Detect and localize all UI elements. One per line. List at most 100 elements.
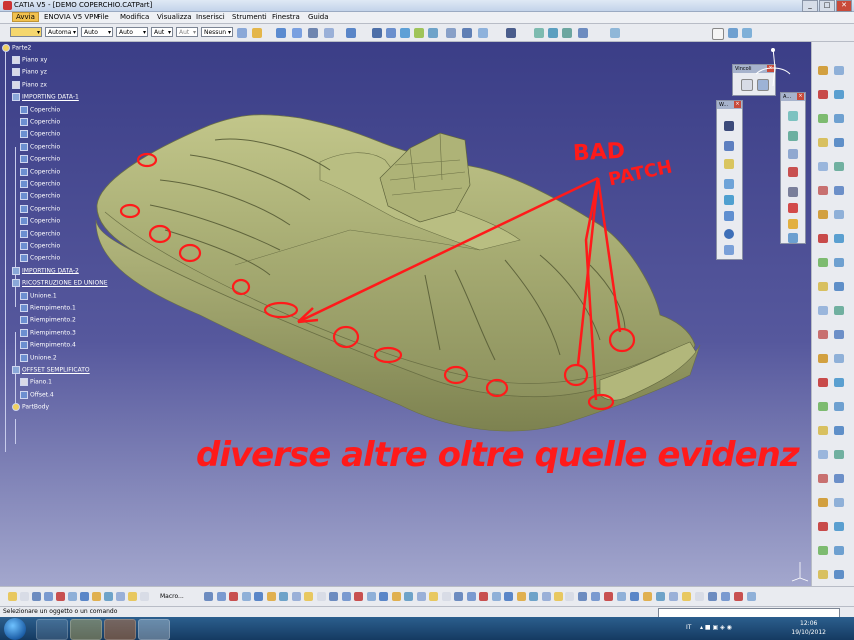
tool-icon[interactable] [834, 426, 844, 435]
close-icon[interactable]: × [734, 101, 741, 108]
tool-icon[interactable] [834, 402, 844, 411]
tool-icon[interactable] [682, 592, 691, 601]
tool-icon[interactable] [834, 570, 844, 579]
tool-icon[interactable] [834, 330, 844, 339]
tool-icon[interactable] [32, 592, 41, 601]
spline-icon[interactable] [724, 245, 734, 255]
tool-icon[interactable] [516, 592, 526, 601]
tool-icon[interactable] [834, 114, 844, 123]
tool-icon[interactable] [834, 90, 844, 99]
tool-icon[interactable] [818, 402, 828, 411]
tool-icon[interactable] [354, 592, 363, 601]
tool-icon[interactable] [391, 592, 401, 601]
media-taskbar-icon[interactable] [104, 619, 136, 640]
tree-item[interactable]: Riempimento.2 [20, 316, 76, 327]
tree-item[interactable]: IMPORTING DATA-1 [12, 93, 79, 104]
tool-icon[interactable] [834, 498, 844, 507]
tool-icon[interactable] [116, 592, 125, 601]
tool-icon[interactable] [818, 66, 828, 75]
tool-icon[interactable] [266, 592, 276, 601]
tool-icon[interactable] [818, 378, 828, 387]
tool-icon[interactable] [818, 426, 828, 435]
point-icon[interactable] [724, 121, 734, 131]
tool-icon[interactable] [80, 592, 89, 601]
tool-icon[interactable] [104, 592, 113, 601]
language-indicator[interactable]: IT [686, 624, 691, 631]
analysis-panel-header[interactable]: A... × [781, 93, 805, 101]
tree-item[interactable]: Coperchio [20, 105, 60, 117]
tool-icon[interactable] [279, 592, 288, 601]
tree-item[interactable]: Coperchio [20, 155, 60, 166]
tool-icon[interactable] [721, 592, 730, 601]
tool-icon[interactable] [818, 258, 828, 267]
tool-icon[interactable] [20, 592, 29, 601]
tree-item[interactable]: Coperchio [20, 130, 60, 141]
tool-icon[interactable] [416, 592, 426, 601]
tool-icon[interactable] [834, 450, 844, 459]
tool-icon[interactable] [128, 592, 137, 601]
tool-icon[interactable] [818, 450, 828, 459]
tool-icon[interactable] [617, 592, 626, 601]
tool-icon[interactable] [834, 234, 844, 243]
tool-icon[interactable] [341, 592, 351, 601]
tool-icon[interactable] [404, 592, 413, 601]
tree-item[interactable]: Piano zx [12, 80, 47, 92]
tool-icon[interactable] [818, 354, 828, 363]
offset-curve-icon[interactable] [724, 211, 734, 221]
tree-item[interactable]: Unione.1 [20, 291, 57, 303]
tool-icon[interactable] [818, 138, 828, 147]
wireframe-panel-header[interactable]: W... × [717, 101, 742, 109]
tool-icon[interactable] [578, 592, 587, 601]
start-button[interactable] [4, 618, 26, 640]
tool-icon[interactable] [643, 592, 652, 601]
tool-icon[interactable] [818, 498, 828, 507]
tool-icon[interactable] [818, 234, 828, 243]
wireframe-panel[interactable]: W... × [716, 100, 743, 260]
tool-icon[interactable] [565, 592, 574, 601]
tool-icon[interactable] [834, 66, 844, 75]
tool-icon[interactable] [254, 592, 263, 601]
tree-item[interactable]: IMPORTING DATA-2 [12, 266, 79, 278]
warning-icon[interactable] [788, 219, 798, 229]
tool-icon[interactable] [529, 592, 538, 601]
tree-item[interactable]: Coperchio [20, 204, 60, 216]
tool-icon[interactable] [56, 592, 65, 601]
tool-icon[interactable] [818, 570, 828, 579]
tree-item[interactable]: OFFSET SEMPLIFICATO [12, 366, 90, 377]
tree-item[interactable]: Piano.1 [20, 378, 52, 389]
tree-item[interactable]: Coperchio [20, 254, 60, 265]
tool-icon[interactable] [834, 522, 844, 531]
tool-icon[interactable] [747, 592, 756, 601]
tool-icon[interactable] [316, 592, 326, 601]
tree-item[interactable]: Coperchio [20, 229, 60, 241]
tree-item[interactable]: RICOSTRUZIONE ED UNIONE [12, 279, 108, 290]
tool-icon[interactable] [454, 592, 463, 601]
tree-item[interactable]: Riempimento.3 [20, 328, 76, 340]
tool-icon[interactable] [818, 546, 828, 555]
tree-root[interactable]: Parte2 [2, 44, 31, 55]
trash-icon[interactable] [788, 187, 798, 197]
curvature-icon[interactable] [788, 131, 798, 141]
close-button[interactable]: ✕ [836, 0, 852, 12]
line-icon[interactable] [724, 141, 734, 151]
tool-icon[interactable] [44, 592, 53, 601]
tool-icon[interactable] [818, 306, 828, 315]
tool-icon[interactable] [504, 592, 513, 601]
compass-icon[interactable] [752, 46, 794, 88]
error-icon[interactable] [788, 203, 798, 213]
tool-icon[interactable] [379, 592, 388, 601]
analysis-panel[interactable]: A... × [780, 92, 806, 244]
system-clock[interactable]: 12:06 19/10/2012 [791, 619, 826, 637]
tool-icon[interactable] [834, 210, 844, 219]
tool-icon[interactable] [834, 282, 844, 291]
tool-icon[interactable] [466, 592, 476, 601]
tree-item[interactable]: Riempimento.1 [20, 304, 76, 315]
tool-icon[interactable] [834, 378, 844, 387]
draft-analysis-icon[interactable] [788, 149, 798, 159]
tool-icon[interactable] [834, 258, 844, 267]
tool-icon[interactable] [491, 592, 501, 601]
tool-icon[interactable] [818, 162, 828, 171]
tool-icon[interactable] [304, 592, 313, 601]
tool-icon[interactable] [216, 592, 226, 601]
ie-taskbar-icon[interactable] [36, 619, 68, 640]
